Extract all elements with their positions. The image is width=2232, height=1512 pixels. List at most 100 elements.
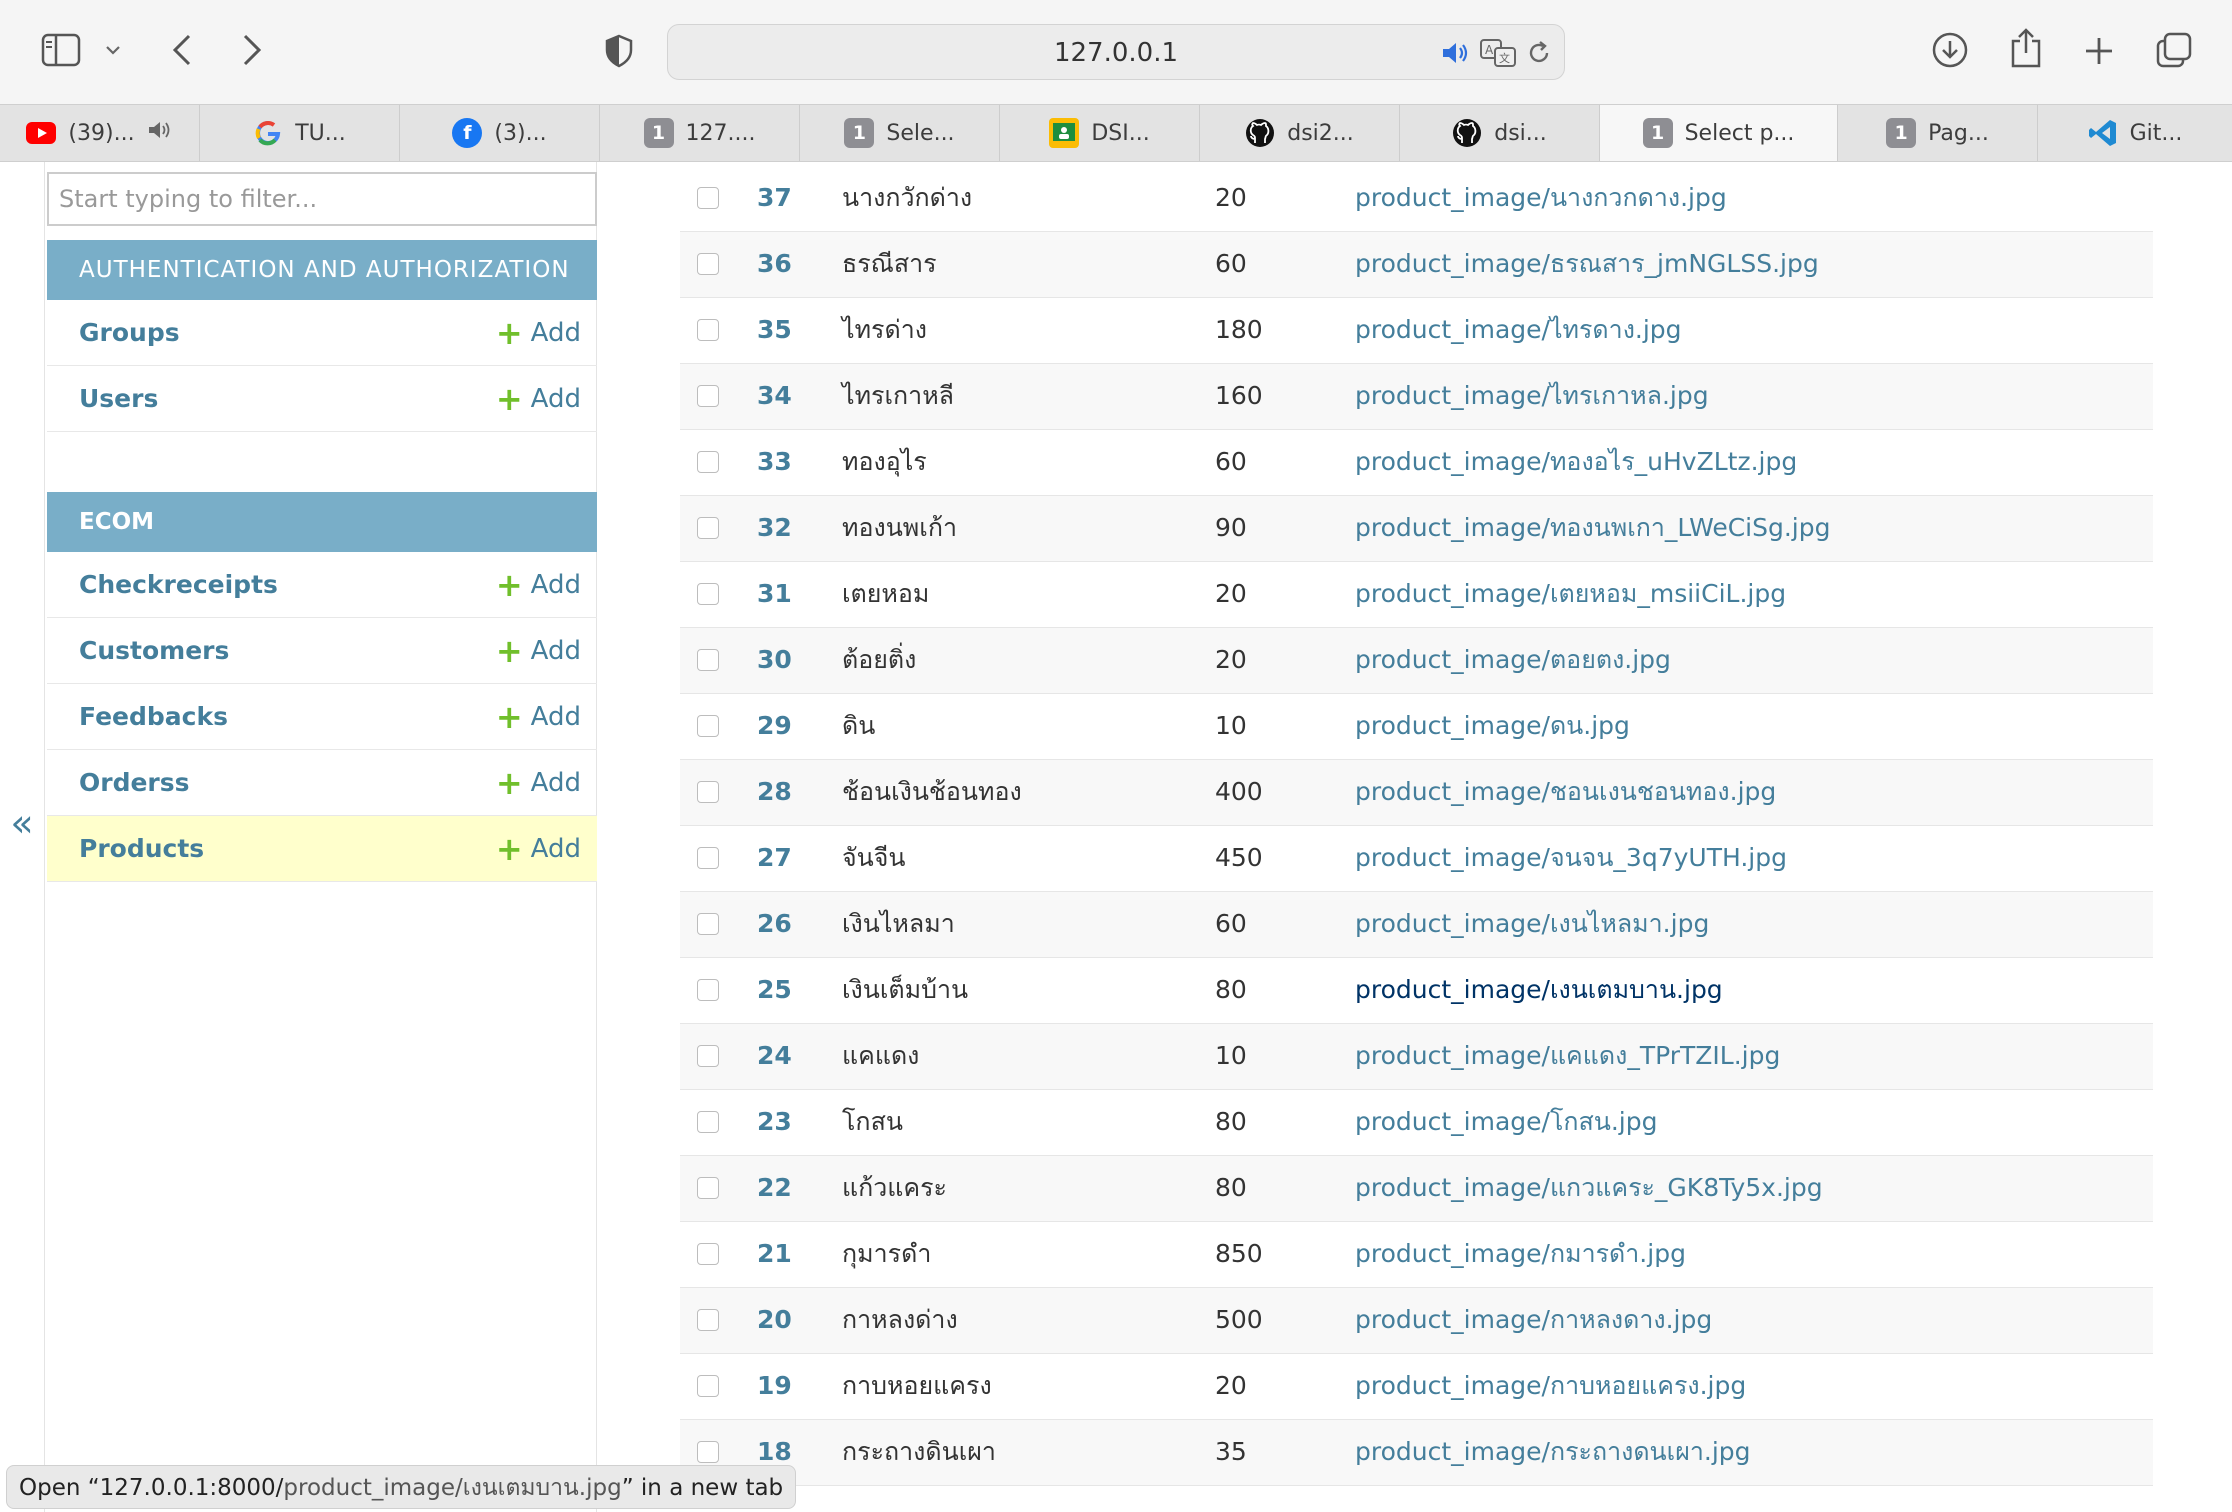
product-id-link[interactable]: 32 [757, 496, 792, 560]
row-select-checkbox[interactable] [697, 847, 719, 869]
product-id-link[interactable]: 33 [757, 430, 792, 494]
tab-classroom[interactable]: DSI... [1000, 105, 1200, 161]
product-image-link[interactable]: product_image/เตยหอม_msiiCiL.jpg [1355, 562, 1786, 626]
product-image-link[interactable]: product_image/จนจน_3q7yUTH.jpg [1355, 826, 1787, 890]
add-feedbacks-link[interactable]: + Add [496, 701, 581, 733]
product-image-link[interactable]: product_image/ไทรดาง.jpg [1355, 298, 1682, 362]
row-select-checkbox[interactable] [697, 253, 719, 275]
add-orderss-link[interactable]: + Add [496, 767, 581, 799]
product-id-link[interactable]: 25 [757, 958, 792, 1022]
collapse-chevron-icon[interactable]: « [10, 801, 33, 845]
tab-facebook[interactable]: f (3)... [400, 105, 600, 161]
row-select-checkbox[interactable] [697, 1243, 719, 1265]
product-image-link[interactable]: product_image/ทองนพเกา_LWeCiSg.jpg [1355, 496, 1830, 560]
plus-icon[interactable] [2080, 32, 2118, 70]
model-link-customers[interactable]: Customers [79, 636, 229, 665]
add-users-link[interactable]: + Add [496, 383, 581, 415]
product-image-link[interactable]: product_image/เงนไหลมา.jpg [1355, 892, 1709, 956]
sidebar-icon[interactable] [38, 30, 84, 70]
tab-youtube[interactable]: (39)... [0, 105, 200, 161]
module-caption[interactable]: ECOM [47, 492, 597, 552]
product-id-link[interactable]: 27 [757, 826, 792, 890]
speaker-icon[interactable] [147, 119, 173, 147]
product-image-link[interactable]: product_image/โกสน.jpg [1355, 1090, 1658, 1154]
product-id-link[interactable]: 31 [757, 562, 792, 626]
add-checkreceipts-link[interactable]: + Add [496, 569, 581, 601]
product-id-link[interactable]: 35 [757, 298, 792, 362]
speaker-icon[interactable] [1438, 39, 1472, 67]
model-link-orderss[interactable]: Orderss [79, 768, 190, 797]
tab-select-1[interactable]: 1 Sele... [800, 105, 1000, 161]
product-id-link[interactable]: 22 [757, 1156, 792, 1220]
model-link-products[interactable]: Products [79, 834, 204, 863]
download-icon[interactable] [1930, 30, 1970, 70]
product-id-link[interactable]: 23 [757, 1090, 792, 1154]
add-products-link[interactable]: + Add [496, 833, 581, 865]
product-id-link[interactable]: 30 [757, 628, 792, 692]
row-select-checkbox[interactable] [697, 583, 719, 605]
address-bar[interactable]: 127.0.0.1 A文 [667, 24, 1565, 80]
sidebar-collapse-toggle[interactable]: « [0, 162, 44, 1512]
product-image-link[interactable]: product_image/ชอนเงนชอนทอง.jpg [1355, 760, 1776, 824]
product-image-link[interactable]: product_image/ธรณสาร_jmNGLSS.jpg [1355, 232, 1819, 296]
product-image-link[interactable]: product_image/นางกวกดาง.jpg [1355, 166, 1727, 230]
share-icon[interactable] [2006, 26, 2046, 70]
product-image-link[interactable]: product_image/กมารดำ.jpg [1355, 1222, 1686, 1286]
row-select-checkbox[interactable] [697, 517, 719, 539]
row-select-checkbox[interactable] [697, 1375, 719, 1397]
row-select-checkbox[interactable] [697, 715, 719, 737]
row-select-checkbox[interactable] [697, 319, 719, 341]
reload-icon[interactable] [1524, 39, 1554, 67]
row-select-checkbox[interactable] [697, 385, 719, 407]
product-image-link[interactable]: product_image/แคแดง_TPrTZIL.jpg [1355, 1024, 1780, 1088]
product-image-link[interactable]: product_image/ไทรเกาหล.jpg [1355, 364, 1709, 428]
product-image-link[interactable]: product_image/กระถางดนเผา.jpg [1355, 1420, 1751, 1484]
sidebar-filter-input[interactable] [47, 172, 597, 226]
row-select-checkbox[interactable] [697, 979, 719, 1001]
product-image-link[interactable]: product_image/ตอยตง.jpg [1355, 628, 1671, 692]
url-text[interactable]: 127.0.0.1 [668, 25, 1564, 81]
add-groups-link[interactable]: + Add [496, 317, 581, 349]
product-id-link[interactable]: 34 [757, 364, 792, 428]
product-id-link[interactable]: 36 [757, 232, 792, 296]
product-id-link[interactable]: 21 [757, 1222, 792, 1286]
forward-icon[interactable] [234, 30, 270, 70]
translate-icon[interactable]: A文 [1478, 37, 1518, 69]
product-id-link[interactable]: 19 [757, 1354, 792, 1418]
row-select-checkbox[interactable] [697, 1045, 719, 1067]
tab-git[interactable]: Git... [2038, 105, 2232, 161]
product-id-link[interactable]: 26 [757, 892, 792, 956]
model-link-feedbacks[interactable]: Feedbacks [79, 702, 228, 731]
model-link-users[interactable]: Users [79, 384, 158, 413]
row-select-checkbox[interactable] [697, 781, 719, 803]
model-link-checkreceipts[interactable]: Checkreceipts [79, 570, 278, 599]
row-select-checkbox[interactable] [697, 913, 719, 935]
row-select-checkbox[interactable] [697, 1441, 719, 1463]
product-image-link[interactable]: product_image/กาบหอยแครง.jpg [1355, 1354, 1746, 1418]
product-image-link[interactable]: product_image/ทองอไร_uHvZLtz.jpg [1355, 430, 1797, 494]
tabs-overview-icon[interactable] [2154, 30, 2194, 70]
model-link-groups[interactable]: Groups [79, 318, 180, 347]
row-select-checkbox[interactable] [697, 649, 719, 671]
add-customers-link[interactable]: + Add [496, 635, 581, 667]
product-id-link[interactable]: 24 [757, 1024, 792, 1088]
product-id-link[interactable]: 28 [757, 760, 792, 824]
tab-github-1[interactable]: dsi2... [1200, 105, 1400, 161]
tab-github-2[interactable]: dsi... [1400, 105, 1600, 161]
module-caption[interactable]: AUTHENTICATION AND AUTHORIZATION [47, 240, 597, 300]
chevron-down-icon[interactable] [100, 38, 126, 62]
product-image-link[interactable]: product_image/กาหลงดาง.jpg [1355, 1288, 1712, 1352]
shield-icon[interactable] [602, 32, 636, 70]
product-id-link[interactable]: 29 [757, 694, 792, 758]
product-id-link[interactable]: 20 [757, 1288, 792, 1352]
tab-select-products-active[interactable]: 1 Select p... [1600, 105, 1838, 161]
tab-google[interactable]: TU... [200, 105, 400, 161]
product-image-link[interactable]: product_image/เงนเตมบาน.jpg [1355, 958, 1723, 1022]
back-icon[interactable] [164, 30, 200, 70]
row-select-checkbox[interactable] [697, 1111, 719, 1133]
row-select-checkbox[interactable] [697, 1309, 719, 1331]
row-select-checkbox[interactable] [697, 1177, 719, 1199]
product-image-link[interactable]: product_image/ดน.jpg [1355, 694, 1630, 758]
row-select-checkbox[interactable] [697, 187, 719, 209]
tab-page[interactable]: 1 Pag... [1838, 105, 2038, 161]
